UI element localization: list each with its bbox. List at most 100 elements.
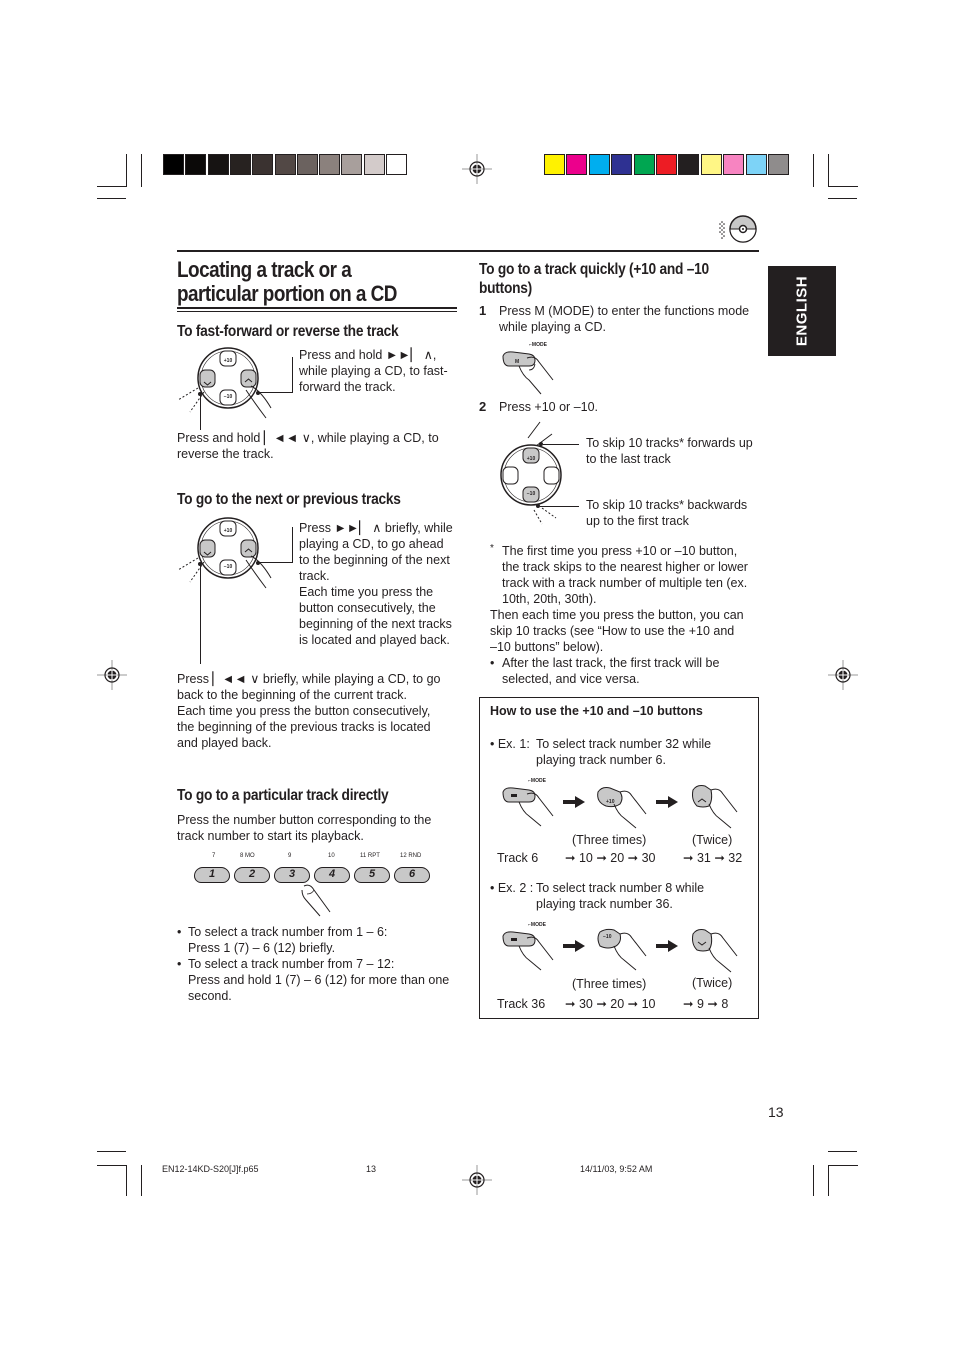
control-dial-illustration: +10 −10 [177,517,272,589]
number-button-alt-label: 9 [288,853,292,859]
section-heading-quick: To go to a track quickly (+10 and –10 bu… [479,261,709,297]
skip-backward-text: To skip 10 tracks* backwards up to the f… [586,498,748,528]
arrow-right-icon [563,796,585,808]
process-color-swatch [633,154,655,175]
mode-label: ⌐MODE [528,922,546,928]
ex1-start-track: Track 6 [497,851,539,865]
bullet-item: • To select a track number from 7 – 12: … [177,957,450,1003]
arrow-right-icon [656,796,678,808]
grayscale-swatch [274,154,296,175]
example-2: • Ex. 2 : To select track number 8 while… [490,881,705,911]
arrow-right-icon [656,940,678,952]
process-color-swatch [745,154,767,175]
next-button-press-icon [692,785,738,829]
number-button-6[interactable]: 6 [394,867,430,883]
callout-line [292,357,293,393]
step-1: 1 Press M (MODE) to enter the functions … [479,303,750,334]
ex1-sequence-a: ➞ 10 ➞ 20 ➞ 30 [565,851,656,865]
number-button-4[interactable]: 4 [314,867,350,883]
registration-target-icon [462,1165,492,1195]
callout-line [540,506,579,507]
previous-button-press-icon [692,929,738,973]
number-button-alt-label: 8 MO [240,853,255,859]
skip-forward-text: To skip 10 tracks* forwards up to the la… [586,436,753,466]
ex1-times-b: (Twice) [692,833,733,847]
mode-button-press-icon [502,787,554,827]
process-color-swatch [723,154,745,175]
number-button-1[interactable]: 1 [194,867,230,883]
process-color-swatch [700,154,722,175]
example-1: • Ex. 1: To select track number 32 while… [490,737,712,767]
section-heading-next-previous: To go to the next or previous tracks [177,491,401,508]
ex2-times-b: (Twice) [692,976,733,990]
process-color-swatch [588,154,610,175]
grayscale-swatch [185,154,207,175]
finger-icon [301,884,331,917]
howto-title: How to use the +10 and –10 buttons [490,704,703,718]
page-title: Locating a track or a particular portion… [177,257,397,306]
title-underline [177,307,457,309]
registration-target-icon [97,660,127,690]
top-rule [177,250,759,252]
mode-button-press-icon [502,931,554,971]
callout-line [258,392,293,393]
grayscale-swatch [229,154,251,175]
process-color-swatch [611,154,633,175]
cd-disc-icon [719,215,757,243]
footer-timestamp: 14/11/03, 9:52 AM [580,1164,653,1174]
footer-page: 13 [366,1164,377,1174]
ex1-times-a: (Three times) [572,833,647,847]
process-color-swatch [544,154,565,175]
number-button-2[interactable]: 2 [234,867,270,883]
control-dial-10-illustration: +10 −10 [500,421,562,525]
process-color-swatch [768,154,789,175]
callout-line [292,527,293,563]
callout-line [200,564,201,664]
ex2-sequence-a: ➞ 30 ➞ 20 ➞ 10 [565,997,656,1011]
callout-line [200,394,201,430]
process-color-swatch [678,154,700,175]
svg-text:+10: +10 [527,456,536,462]
grayscale-swatch [163,154,184,175]
minus10-button-press-icon: −10 [597,928,647,971]
mode-label: ⌐MODE [528,778,546,784]
ex1-sequence-b: ➞ 31 ➞ 32 [683,851,743,865]
registration-target-icon [828,660,858,690]
section-heading-fast-forward: To fast-forward or reverse the track [177,323,399,340]
svg-text:+10: +10 [606,799,615,805]
number-button-alt-label: 7 [212,853,216,859]
number-button-alt-label: 10 [328,853,335,859]
page-number: 13 [768,1104,784,1120]
number-button-3[interactable]: 3 [274,867,310,883]
previous-track-instruction: Press ▏◄◄ ∨ briefly, while playing a CD,… [177,672,441,750]
grayscale-swatch [207,154,229,175]
callout-line [543,444,579,445]
footnote: * The first time you press +10 or –10 bu… [490,543,748,686]
grayscale-swatch [296,154,318,175]
svg-text:−10: −10 [224,564,233,570]
process-color-swatch [566,154,588,175]
ex2-sequence-b: ➞ 9 ➞ 8 [683,997,729,1011]
footer-filename: EN12-14KD-S20[J]f.p65 [162,1164,259,1174]
callout-line [258,562,293,563]
svg-text:M: M [515,359,519,365]
mode-label: ⌐MODE [529,342,547,348]
registration-target-icon [462,154,492,184]
next-track-instruction: Press ►►▏ ∧ briefly, while playing a CD,… [299,521,453,647]
mode-button-illustration: M [502,351,554,395]
step-2: 2 Press +10 or –10. [479,399,599,414]
number-button-5[interactable]: 5 [354,867,390,883]
svg-text:+10: +10 [224,528,233,534]
grayscale-swatch [252,154,274,175]
process-color-swatch [656,154,677,175]
ex2-start-track: Track 36 [497,997,546,1011]
grayscale-swatch [341,154,363,175]
svg-text:+10: +10 [224,358,233,364]
direct-bullets: • To select a track number from 1 – 6: P… [177,924,467,1004]
reverse-instruction: Press and hold ▏◄◄ ∨, while playing a CD… [177,431,439,461]
grayscale-swatch [363,154,385,175]
title-underline-thin [177,311,457,312]
grayscale-swatch [386,154,407,175]
arrow-right-icon [563,940,585,952]
section-heading-direct: To go to a particular track directly [177,787,389,804]
